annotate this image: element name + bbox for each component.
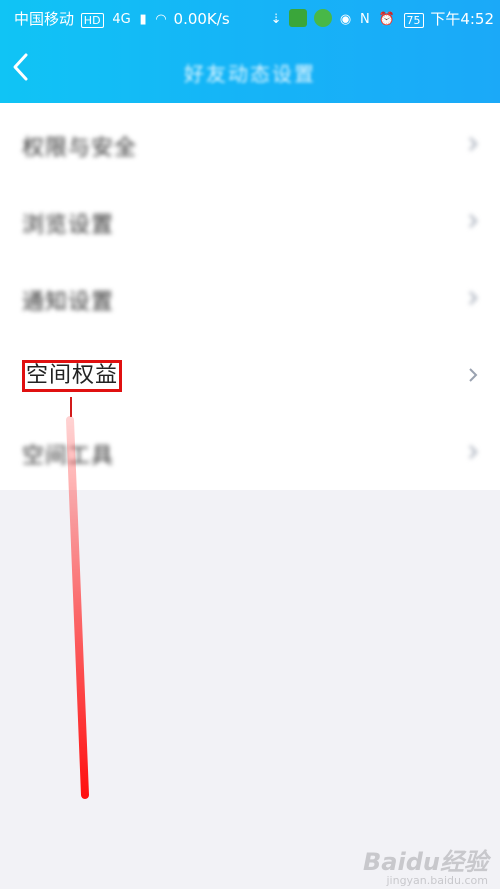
- download-icon: ⇣: [270, 12, 282, 27]
- carrier-text: 中国移动: [14, 10, 75, 28]
- menu-item-space-tools[interactable]: 空间工具: [0, 414, 500, 491]
- menu-item-label: 浏览设置: [22, 213, 115, 238]
- hd-badge: HD: [80, 13, 104, 28]
- annotation-tick: [70, 397, 72, 417]
- settings-menu: 权限与安全 浏览设置 通知设置 空间权益 空间工具: [0, 103, 500, 490]
- baidu-watermark: Baidu经验 jingyan.baidu.com: [363, 842, 488, 887]
- menu-item-permissions-security[interactable]: 权限与安全: [0, 106, 500, 183]
- chevron-right-icon: [469, 214, 478, 228]
- watermark-brand: Baidu经验: [363, 848, 488, 876]
- chevron-right-icon: [469, 291, 478, 305]
- signal-strength-icon: ▮: [139, 12, 147, 27]
- menu-item-notification-settings[interactable]: 通知设置: [0, 260, 500, 337]
- eye-icon: ◉: [339, 12, 352, 27]
- network-speed: 0.00K/s: [173, 10, 230, 28]
- chevron-right-icon: [469, 368, 478, 382]
- nfc-icon: N: [360, 12, 370, 27]
- app-notification-icon-2: [314, 9, 333, 27]
- menu-item-label: 空间工具: [22, 444, 115, 469]
- alarm-icon: ⏰: [378, 12, 395, 27]
- menu-item-label: 通知设置: [22, 290, 115, 315]
- chevron-right-icon: [469, 445, 478, 459]
- signal-type-label: 4G: [112, 12, 131, 27]
- menu-item-label: 空间权益: [22, 360, 123, 392]
- wifi-icon: ◠: [155, 12, 167, 27]
- chevron-right-icon: [469, 137, 478, 151]
- app-header: 中国移动 HD 4G ▮ ◠ 0.00K/s ⇣ ◉ N ⏰ 75 下午4:52…: [0, 0, 500, 103]
- app-notification-icon: [289, 9, 308, 27]
- battery-icon: 75: [403, 13, 424, 28]
- menu-item-space-benefits[interactable]: 空间权益: [0, 337, 500, 414]
- page-title: 好友动态设置: [184, 62, 316, 86]
- menu-item-label: 权限与安全: [22, 136, 138, 161]
- watermark-url: jingyan.baidu.com: [386, 874, 488, 887]
- menu-item-browse-settings[interactable]: 浏览设置: [0, 183, 500, 260]
- status-bar: 中国移动 HD 4G ▮ ◠ 0.00K/s ⇣ ◉ N ⏰ 75 下午4:52: [0, 0, 500, 36]
- clock-text: 下午4:52: [430, 10, 494, 28]
